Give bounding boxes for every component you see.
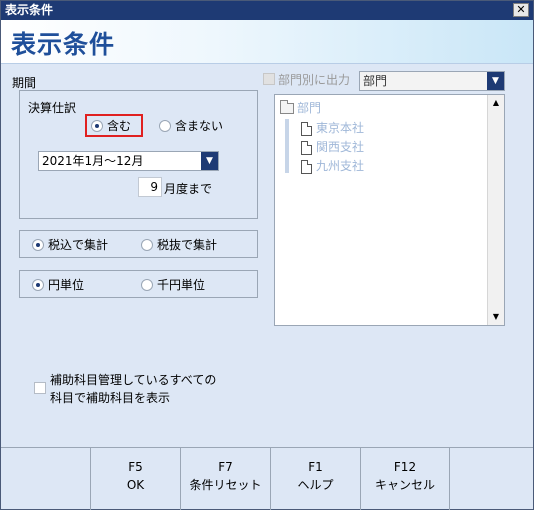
tax-inclusive-radio[interactable]: 税込で集計 xyxy=(32,237,108,252)
unit-thousand-label: 千円単位 xyxy=(157,277,206,292)
tree-item-label: 東京本社 xyxy=(316,121,365,135)
fkey-code: F7 xyxy=(218,460,233,474)
fkey-code: F5 xyxy=(128,460,143,474)
dialog-window: 表示条件 ✕ 表示条件 期間 決算仕訳 含む 含まない 2021年1月～12月 … xyxy=(0,0,534,510)
tax-exclusive-radio[interactable]: 税抜で集計 xyxy=(141,237,217,252)
period-label: 期間 xyxy=(12,76,37,90)
tax-exclusive-label: 税抜で集計 xyxy=(157,237,218,252)
ok-button[interactable]: F5 OK xyxy=(90,448,180,510)
period-range-value: 2021年1月～12月 xyxy=(42,154,144,168)
chevron-down-icon[interactable]: ▼ xyxy=(487,72,504,90)
period-range-select[interactable]: 2021年1月～12月 ▼ xyxy=(38,151,219,171)
radio-unchecked-icon xyxy=(159,119,171,132)
settlement-label: 決算仕訳 xyxy=(28,101,77,115)
unit-yen-radio[interactable]: 円単位 xyxy=(32,277,84,292)
include-radio[interactable]: 含む xyxy=(91,118,131,133)
footer-bar: F5 OK F7 条件リセット F1 ヘルプ F12 キャンセル xyxy=(1,447,533,510)
radio-unchecked-icon xyxy=(141,238,153,251)
dept-select[interactable]: 部門 ▼ xyxy=(359,71,505,91)
radio-unchecked-icon xyxy=(141,278,153,291)
exclude-radio[interactable]: 含まない xyxy=(159,118,223,133)
page-title: 表示条件 xyxy=(11,30,116,59)
document-icon xyxy=(301,159,312,174)
unit-yen-label: 円単位 xyxy=(48,277,85,292)
dept-tree[interactable]: 部門 東京本社 関西支社 九州支社 ▲ ▼ xyxy=(274,94,505,326)
subsidiary-checkbox[interactable] xyxy=(34,382,46,394)
cancel-button[interactable]: F12 キャンセル xyxy=(360,448,450,510)
tree-item-label: 関西支社 xyxy=(316,140,365,154)
tree-root-label: 部門 xyxy=(297,101,322,115)
tree-item-label: 九州支社 xyxy=(316,159,365,173)
radio-checked-icon xyxy=(32,238,44,251)
fkey-label: 条件リセット xyxy=(189,478,262,492)
document-icon xyxy=(301,121,312,136)
scroll-down-icon[interactable]: ▼ xyxy=(488,309,504,325)
tree-item[interactable]: 関西支社 xyxy=(301,140,364,155)
help-button[interactable]: F1 ヘルプ xyxy=(270,448,360,510)
fkey-label: ヘルプ xyxy=(297,478,334,492)
scroll-up-icon[interactable]: ▲ xyxy=(488,95,504,111)
chevron-down-icon[interactable]: ▼ xyxy=(201,152,218,170)
radio-checked-icon xyxy=(32,278,44,291)
tree-line xyxy=(285,119,289,173)
unit-thousand-radio[interactable]: 千円単位 xyxy=(141,277,205,292)
exclude-radio-label: 含まない xyxy=(175,118,224,133)
include-radio-label: 含む xyxy=(107,118,132,133)
dept-output-checkbox[interactable] xyxy=(263,73,275,85)
document-icon xyxy=(301,140,312,155)
tree-scrollbar[interactable]: ▲ ▼ xyxy=(487,95,504,325)
close-button[interactable]: ✕ xyxy=(513,3,529,17)
window-title: 表示条件 xyxy=(5,3,54,17)
title-bar: 表示条件 ✕ xyxy=(1,1,533,20)
reset-button[interactable]: F7 条件リセット xyxy=(180,448,270,510)
fkey-label: OK xyxy=(126,478,145,492)
subsidiary-label-line2: 科目で補助科目を表示 xyxy=(50,391,171,405)
tree-item[interactable]: 九州支社 xyxy=(301,159,364,174)
month-suffix: 月度まで xyxy=(164,182,213,196)
radio-checked-icon xyxy=(91,119,103,132)
fkey-label: キャンセル xyxy=(374,478,435,492)
month-input[interactable]: 9 xyxy=(138,177,162,197)
tax-inclusive-label: 税込で集計 xyxy=(48,237,109,252)
folder-icon xyxy=(280,100,294,114)
subsidiary-label-line1: 補助科目管理しているすべての xyxy=(50,373,217,387)
fkey-code: F1 xyxy=(308,460,323,474)
tree-root[interactable]: 部門 xyxy=(280,100,322,115)
header-banner: 表示条件 xyxy=(1,20,533,64)
dept-output-label: 部門別に出力 xyxy=(278,73,351,87)
dept-select-value: 部門 xyxy=(363,74,388,88)
fkey-code: F12 xyxy=(393,460,417,474)
tree-item[interactable]: 東京本社 xyxy=(301,121,364,136)
